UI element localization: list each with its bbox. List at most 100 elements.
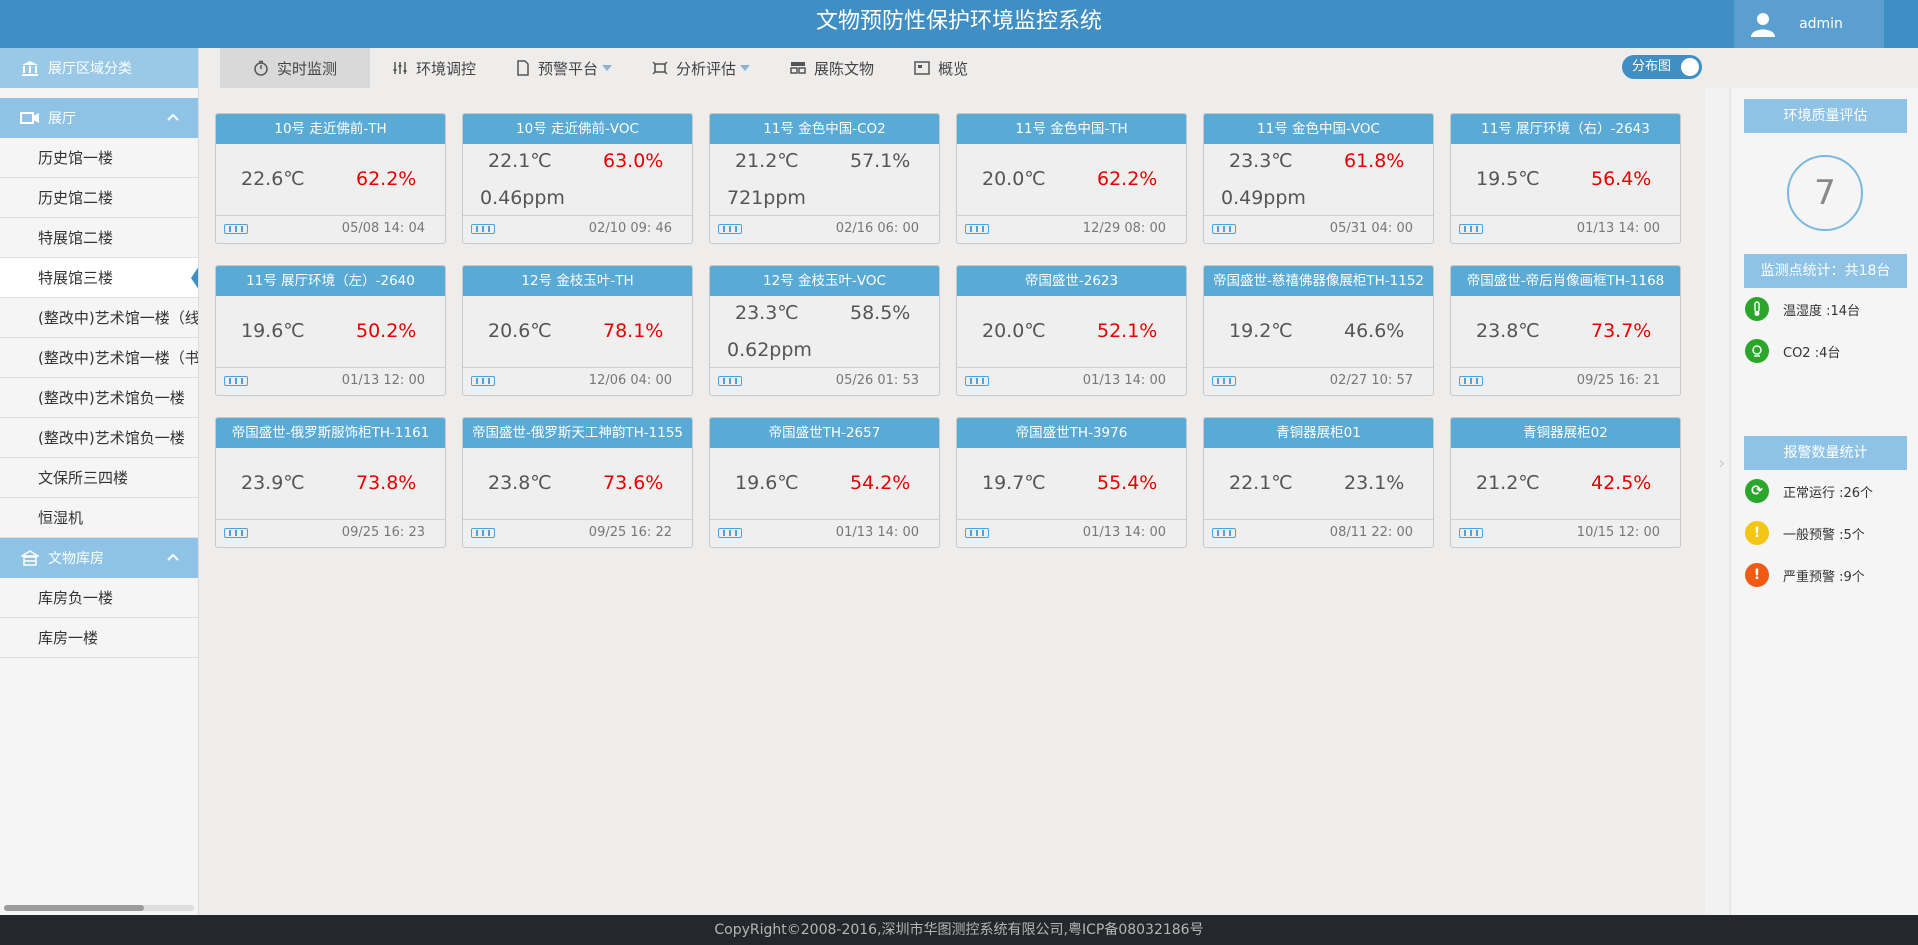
sensor-card-body: 19.6℃ 50.2% bbox=[216, 296, 445, 367]
extra-value: 0.46ppm bbox=[480, 187, 565, 209]
sidebar: 展厅区域分类 展厅 历史馆一楼 历史馆二楼 特展馆二楼 特展馆三楼 (整改中)艺… bbox=[0, 48, 199, 915]
sensor-card-body: 23.9℃ 73.8% bbox=[216, 448, 445, 519]
tab-exhibits[interactable]: 展陈文物 bbox=[772, 48, 892, 88]
humidity-value: 23.1% bbox=[1344, 472, 1405, 494]
sidebar-item[interactable]: 历史馆二楼 bbox=[0, 178, 198, 218]
tab-label: 实时监测 bbox=[276, 59, 337, 78]
distribution-map-toggle[interactable]: 分布图 bbox=[1622, 55, 1702, 79]
tab-realtime-monitor[interactable]: 实时监测 bbox=[220, 48, 370, 88]
humidity-value: 56.4% bbox=[1591, 168, 1652, 190]
analysis-icon bbox=[652, 60, 668, 76]
sensor-card[interactable]: 11号 金色中国-TH 20.0℃ 62.2% 12/29 08: 00 bbox=[956, 113, 1187, 244]
user-avatar-icon bbox=[1748, 9, 1778, 39]
sensor-card[interactable]: 11号 金色中国-CO2 21.2℃ 57.1% 721ppm 02/16 06: 00 bbox=[709, 113, 940, 244]
sensor-card-body: 23.3℃ 61.8% 0.49ppm bbox=[1204, 144, 1433, 215]
tab-analysis[interactable]: 分析评估 bbox=[634, 48, 768, 88]
alarm-label: 一般预警 :5个 bbox=[1783, 527, 1865, 543]
chevron-up-icon bbox=[166, 550, 180, 566]
app-header: 文物预防性保护环境监控系统 admin bbox=[0, 0, 1918, 48]
sidebar-item[interactable]: 恒湿机 bbox=[0, 498, 198, 538]
sensor-card-footer: 05/31 04: 00 bbox=[1204, 215, 1433, 243]
sidebar-item[interactable]: (整改中)艺术馆一楼（线 bbox=[0, 298, 198, 338]
sidebar-item[interactable]: 库房负一楼 bbox=[0, 578, 198, 618]
sensor-card-title: 青铜器展柜01 bbox=[1204, 418, 1433, 448]
sidebar-item[interactable]: 文保所三四楼 bbox=[0, 458, 198, 498]
sensor-card[interactable]: 青铜器展柜01 22.1℃ 23.1% 08/11 22: 00 bbox=[1203, 417, 1434, 548]
points-row: CO2 :4台 bbox=[1731, 330, 1918, 372]
sidebar-item[interactable]: 特展馆二楼 bbox=[0, 218, 198, 258]
alarm-title: 报警数量统计 bbox=[1744, 436, 1907, 470]
sensor-card[interactable]: 12号 金枝玉叶-TH 20.6℃ 78.1% 12/06 04: 00 bbox=[462, 265, 693, 396]
sensor-card-body: 20.6℃ 78.1% bbox=[463, 296, 692, 367]
sensor-card[interactable]: 青铜器展柜02 21.2℃ 42.5% 10/15 12: 00 bbox=[1450, 417, 1681, 548]
sensor-card-title: 帝国盛世-俄罗斯天工神韵TH-1155 bbox=[463, 418, 692, 448]
sensor-card[interactable]: 帝国盛世-俄罗斯天工神韵TH-1155 23.8℃ 73.6% 09/25 16: 2… bbox=[462, 417, 693, 548]
sidebar-item-active[interactable]: 特展馆三楼 bbox=[0, 258, 198, 298]
sidebar-item[interactable]: (整改中)艺术馆负一楼 bbox=[0, 378, 198, 418]
sensor-card[interactable]: 帝国盛世TH-3976 19.7℃ 55.4% 01/13 14: 00 bbox=[956, 417, 1187, 548]
sidebar-item[interactable]: (整改中)艺术馆一楼（书 bbox=[0, 338, 198, 378]
sensor-card[interactable]: 11号 展厅环境（右）-2643 19.5℃ 56.4% 01/13 14: 00 bbox=[1450, 113, 1681, 244]
co2-icon bbox=[1745, 339, 1769, 363]
sliders-icon bbox=[392, 60, 408, 76]
battery-icon bbox=[718, 376, 742, 386]
sensor-card-title: 帝国盛世-慈禧佛器像展柜TH-1152 bbox=[1204, 266, 1433, 296]
extra-value: 0.62ppm bbox=[727, 339, 812, 361]
overview-icon bbox=[914, 61, 930, 75]
panel-collapse-handle[interactable] bbox=[1705, 88, 1729, 915]
update-time: 09/25 16: 23 bbox=[341, 525, 425, 540]
user-name: admin bbox=[1799, 16, 1843, 32]
battery-icon bbox=[718, 528, 742, 538]
user-menu[interactable]: admin bbox=[1734, 0, 1884, 48]
sensor-card-footer: 10/15 12: 00 bbox=[1451, 519, 1680, 547]
chevron-down-icon bbox=[602, 65, 613, 71]
sensor-card-title: 10号 走近佛前-TH bbox=[216, 114, 445, 144]
sensor-card[interactable]: 10号 走近佛前-VOC 22.1℃ 63.0% 0.46ppm 02/10 09: 4… bbox=[462, 113, 693, 244]
sensor-card[interactable]: 12号 金枝玉叶-VOC 23.3℃ 58.5% 0.62ppm 05/26 01: 5… bbox=[709, 265, 940, 396]
tab-warning-platform[interactable]: 预警平台 bbox=[498, 48, 630, 88]
sensor-card[interactable]: 帝国盛世-帝后肖像画框TH-1168 23.8℃ 73.7% 09/25 16: 21 bbox=[1450, 265, 1681, 396]
sensor-card[interactable]: 帝国盛世TH-2657 19.6℃ 54.2% 01/13 14: 00 bbox=[709, 417, 940, 548]
sidebar-item[interactable]: 历史馆一楼 bbox=[0, 138, 198, 178]
sensor-card-title: 帝国盛世-俄罗斯服饰柜TH-1161 bbox=[216, 418, 445, 448]
sensor-card[interactable]: 帝国盛世-2623 20.0℃ 52.1% 01/13 14: 00 bbox=[956, 265, 1187, 396]
toggle-label: 分布图 bbox=[1632, 59, 1672, 74]
battery-icon bbox=[718, 224, 742, 234]
temperature-value: 19.6℃ bbox=[735, 472, 799, 494]
battery-icon bbox=[224, 376, 248, 386]
sensor-card-body: 20.0℃ 62.2% bbox=[957, 144, 1186, 215]
sensor-card[interactable]: 11号 展厅环境（左）-2640 19.6℃ 50.2% 01/13 12: 00 bbox=[215, 265, 446, 396]
alarm-row: ⟳ 正常运行 :26个 bbox=[1731, 470, 1918, 512]
humidity-value: 58.5% bbox=[850, 302, 911, 324]
temperature-value: 20.0℃ bbox=[982, 168, 1046, 190]
temperature-value: 23.9℃ bbox=[241, 472, 305, 494]
sidebar-item[interactable]: 库房一楼 bbox=[0, 618, 198, 658]
chevron-right-icon[interactable]: › bbox=[1718, 453, 1725, 474]
scrollbar-thumb[interactable] bbox=[4, 905, 144, 911]
tab-environment-control[interactable]: 环境调控 bbox=[374, 48, 494, 88]
tab-overview[interactable]: 概览 bbox=[896, 48, 986, 88]
chevron-up-icon bbox=[166, 110, 180, 126]
sidebar-group-storage[interactable]: 文物库房 bbox=[0, 538, 198, 578]
region-category-header[interactable]: 展厅区域分类 bbox=[0, 48, 198, 88]
temperature-value: 20.6℃ bbox=[488, 320, 552, 342]
humidity-value: 73.6% bbox=[603, 472, 664, 494]
points-label: CO2 :4台 bbox=[1783, 345, 1841, 361]
sidebar-scrollbar[interactable] bbox=[4, 905, 194, 911]
sensor-card[interactable]: 帝国盛世-慈禧佛器像展柜TH-1152 19.2℃ 46.6% 02/27 10: 5… bbox=[1203, 265, 1434, 396]
warning-icon: ! bbox=[1745, 521, 1769, 545]
points-title: 监测点统计：共18台 bbox=[1744, 254, 1907, 288]
temperature-value: 23.8℃ bbox=[1476, 320, 1540, 342]
sensor-card-footer: 12/29 08: 00 bbox=[957, 215, 1186, 243]
sidebar-group-exhibition[interactable]: 展厅 bbox=[0, 98, 198, 138]
sensor-card[interactable]: 帝国盛世-俄罗斯服饰柜TH-1161 23.9℃ 73.8% 09/25 16: 23 bbox=[215, 417, 446, 548]
sidebar-item[interactable]: (整改中)艺术馆负一楼 bbox=[0, 418, 198, 458]
building-icon bbox=[20, 58, 40, 78]
battery-icon bbox=[224, 224, 248, 234]
temperature-value: 22.1℃ bbox=[488, 150, 552, 172]
sensor-card[interactable]: 11号 金色中国-VOC 23.3℃ 61.8% 0.49ppm 05/31 04: 0… bbox=[1203, 113, 1434, 244]
sensor-card[interactable]: 10号 走近佛前-TH 22.6℃ 62.2% 05/08 14: 04 bbox=[215, 113, 446, 244]
sensor-card-footer: 05/26 01: 53 bbox=[710, 367, 939, 395]
sidebar-group-label: 展厅 bbox=[48, 111, 76, 127]
monitor-main: 10号 走近佛前-TH 22.6℃ 62.2% 05/08 14: 04 10号 走近佛… bbox=[200, 88, 1704, 915]
